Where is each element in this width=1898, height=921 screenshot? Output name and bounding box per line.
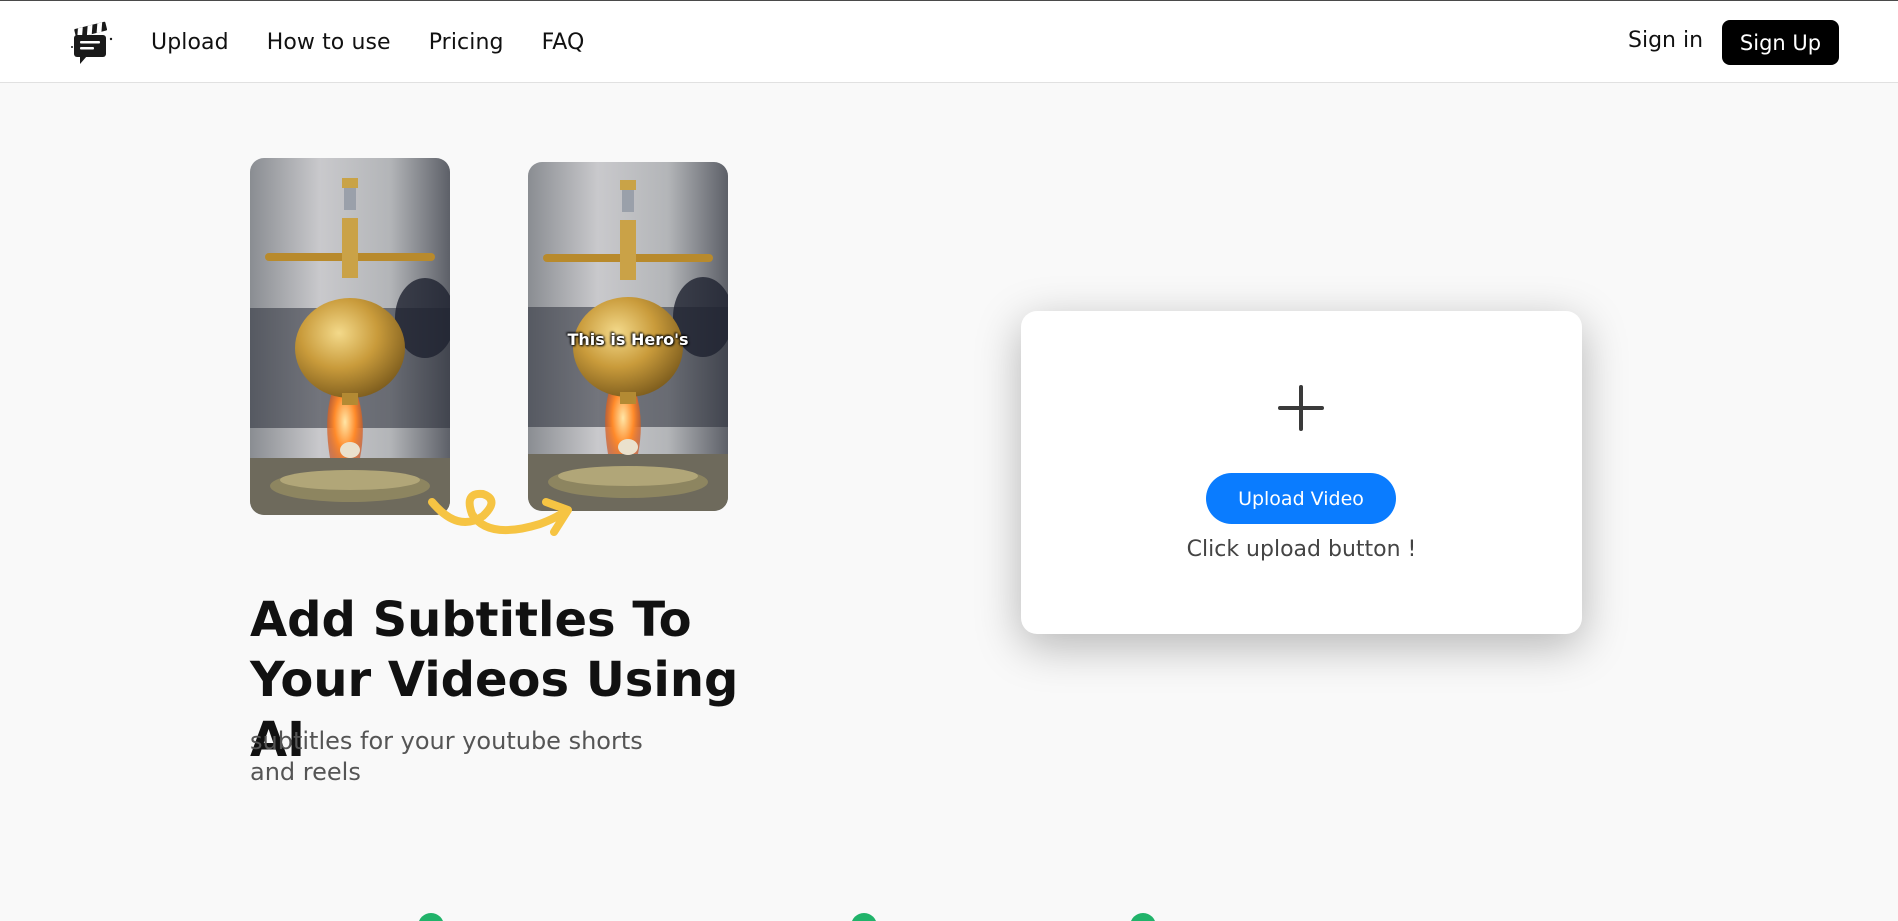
sign-in-link[interactable]: Sign in: [1628, 28, 1703, 53]
upload-card[interactable]: Upload Video Click upload button !: [1021, 311, 1582, 634]
upload-hint: Click upload button !: [1186, 537, 1417, 562]
nav-pricing[interactable]: Pricing: [429, 30, 504, 55]
sign-up-button[interactable]: Sign Up: [1722, 20, 1839, 65]
check-icon: [1130, 913, 1156, 921]
upload-video-button[interactable]: Upload Video: [1206, 473, 1396, 524]
plus-icon[interactable]: [1278, 385, 1324, 431]
subtitle-caption-overlay: This is Hero's: [567, 330, 689, 349]
nav-faq[interactable]: FAQ: [542, 30, 585, 55]
preview-before-image: [250, 158, 450, 515]
nav-how-to-use[interactable]: How to use: [267, 30, 391, 55]
preview-after-image: This is Hero's: [528, 162, 728, 511]
top-navbar: Upload How to use Pricing FAQ Sign in Si…: [0, 0, 1898, 83]
nav-upload[interactable]: Upload: [151, 30, 229, 55]
check-icon: [851, 913, 877, 921]
check-icon: [418, 913, 444, 921]
curly-arrow-icon: [428, 489, 572, 536]
hero-subtitle: subtitles for your youtube shorts and re…: [250, 727, 643, 786]
logo-icon[interactable]: [70, 19, 114, 65]
main-nav: Upload How to use Pricing FAQ: [151, 1, 584, 84]
